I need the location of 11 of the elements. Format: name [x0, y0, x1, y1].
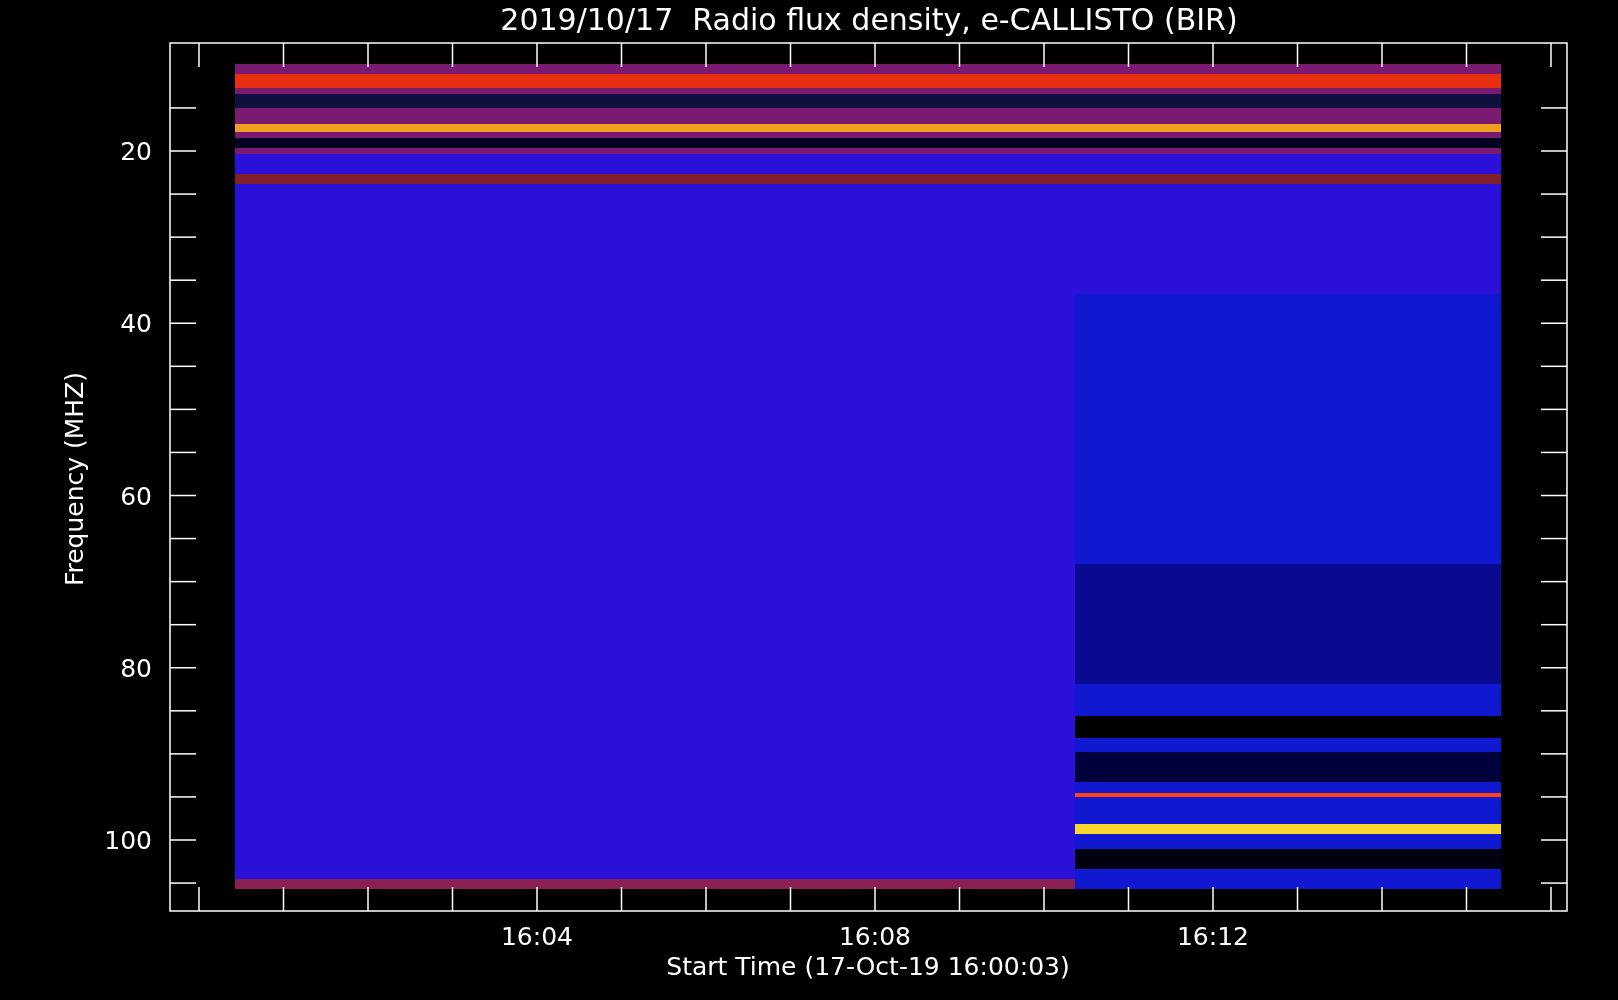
- axis-title: Start Time (17-Oct-19 16:00:03): [666, 952, 1070, 981]
- tick-label: 40: [120, 309, 152, 339]
- tick-label: 16:08: [839, 922, 911, 951]
- tick-label: 20: [120, 137, 152, 166]
- tick-label: 60: [120, 481, 152, 511]
- tick-label: 16:12: [1177, 922, 1249, 951]
- plot-title: 2019/10/17 Radio flux density, e-CALLISTO (BIR): [500, 2, 1238, 37]
- axis-title: Frequency (MHZ): [60, 371, 89, 587]
- tick-label: 100: [104, 826, 152, 855]
- tick-label: 16:04: [501, 922, 573, 951]
- tick-label: 80: [120, 653, 152, 683]
